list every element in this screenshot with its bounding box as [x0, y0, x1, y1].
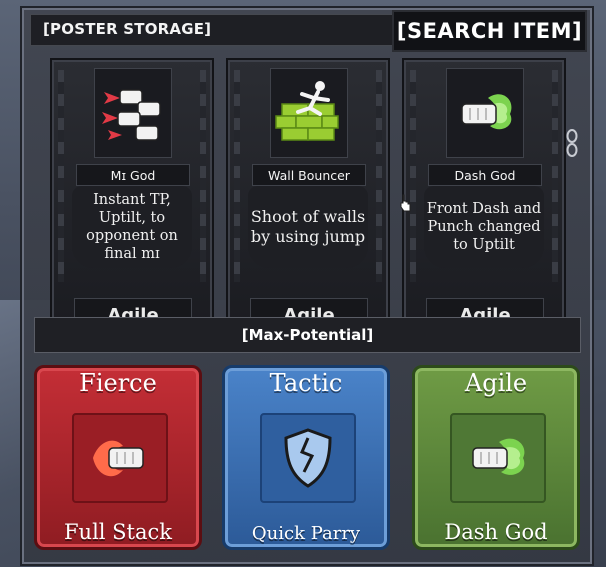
slot-move: Dash God	[444, 520, 548, 544]
slot-move: Full Stack	[63, 520, 173, 544]
hand-cursor-icon	[400, 194, 411, 212]
cracked-shield-icon	[260, 413, 356, 503]
card-description: Shoot of walls by using jump	[248, 186, 368, 268]
slot-fierce[interactable]: Fierce Full Stack	[34, 365, 202, 550]
card-name: Dash God	[428, 164, 542, 186]
slot-category: Fierce	[79, 369, 157, 397]
search-item-button[interactable]: [SEARCH ITEM]	[392, 10, 587, 52]
card-description: Front Dash and Punch changed to Uptilt	[424, 186, 544, 268]
card-description: Instant TP, Uptilt, to opponent on final…	[72, 186, 192, 268]
dash-punch-icon	[450, 413, 546, 503]
poster-card[interactable]: Mɪ God Instant TP, Uptilt, to opponent o…	[50, 58, 214, 324]
slot-tactic[interactable]: Tactic Quick Parry	[222, 365, 390, 550]
card-name: Wall Bouncer	[252, 164, 366, 186]
poster-card[interactable]: Dash God Front Dash and Punch changed to…	[402, 58, 566, 324]
wall-jump-icon	[270, 68, 348, 158]
slot-move: Quick Parry	[251, 523, 361, 544]
multi-punch-icon	[94, 68, 172, 158]
slot-category: Tactic	[269, 369, 343, 397]
max-potential-label: [Max-Potential]	[241, 326, 374, 344]
fire-fist-icon	[72, 413, 168, 503]
poster-card[interactable]: Wall Bouncer Shoot of walls by using jum…	[226, 58, 390, 324]
max-potential-bar: [Max-Potential]	[34, 317, 581, 353]
scroll-knob-icon[interactable]	[566, 128, 578, 158]
card-name: Mɪ God	[76, 164, 190, 186]
poster-storage-title: [POSTER STORAGE]	[43, 20, 212, 38]
slot-agile[interactable]: Agile Dash God	[412, 365, 580, 550]
slot-category: Agile	[464, 369, 528, 397]
dash-punch-icon	[446, 68, 524, 158]
